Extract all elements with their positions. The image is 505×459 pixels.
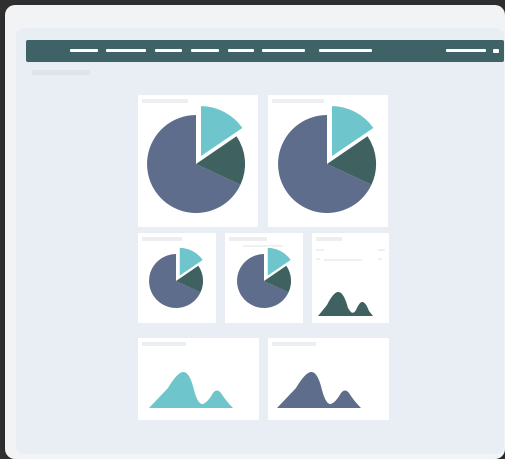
nav-item-5[interactable]	[228, 49, 254, 52]
area-series	[318, 291, 373, 316]
card-pie-small-1	[138, 233, 216, 323]
card-pie-small-2	[225, 233, 303, 323]
menu-toggle[interactable]	[493, 49, 499, 53]
account-menu-link[interactable]	[446, 49, 486, 52]
pie-chart	[278, 103, 377, 213]
card-area-teal	[138, 338, 259, 420]
area-series	[277, 371, 361, 408]
nav-item-3[interactable]	[155, 49, 182, 52]
nav-item-2[interactable]	[106, 49, 146, 52]
nav-item-4[interactable]	[191, 49, 219, 52]
pie-chart	[237, 246, 293, 308]
nav-item-6[interactable]	[262, 49, 305, 52]
card-area-small	[312, 233, 389, 323]
pie-chart	[149, 246, 205, 308]
card-pie-large-1	[138, 95, 258, 227]
page-subtitle-placeholder	[32, 70, 90, 75]
pie-chart	[147, 103, 246, 213]
area-series	[149, 371, 233, 408]
area-chart	[149, 371, 233, 408]
nav-item-7[interactable]	[319, 49, 372, 52]
nav-item-1[interactable]	[70, 49, 98, 52]
area-chart	[277, 371, 361, 408]
top-navigation-bar	[26, 40, 504, 62]
area-chart	[318, 291, 373, 316]
card-pie-large-2	[268, 95, 388, 227]
card-area-slate	[268, 338, 389, 420]
app-screen	[16, 28, 504, 454]
device-frame	[5, 5, 505, 459]
